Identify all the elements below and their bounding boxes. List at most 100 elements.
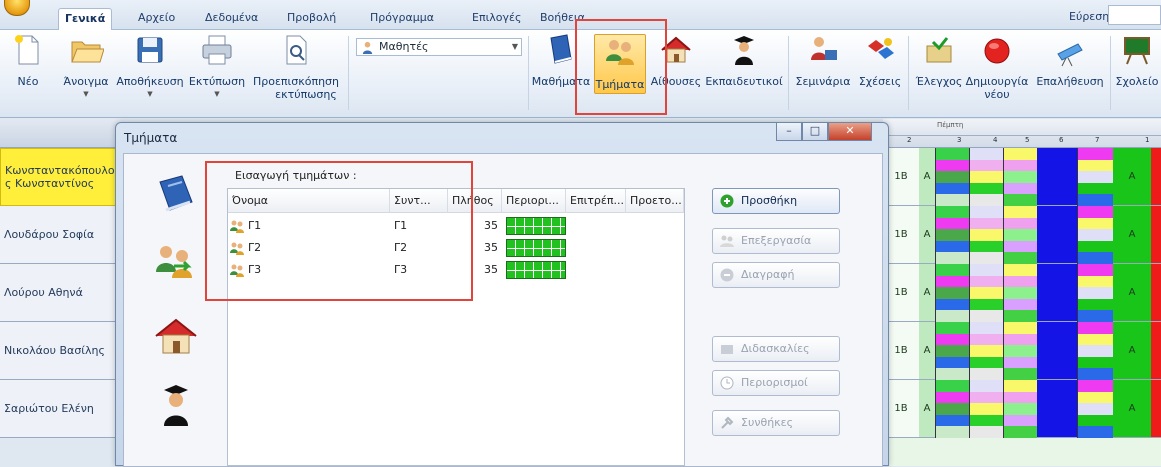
new-button[interactable]: Νέο [8, 32, 48, 88]
teacher-row[interactable]: Λουδάρου Σοφία [0, 206, 120, 264]
tab-view[interactable]: Προβολή [281, 8, 342, 30]
timetable-slot[interactable] [1077, 206, 1113, 218]
maximize-button[interactable]: □ [802, 123, 828, 141]
timetable-slot[interactable] [969, 182, 1003, 195]
timetable-slot[interactable] [969, 159, 1003, 172]
timetable-slot[interactable] [1003, 368, 1037, 380]
timetable-slot[interactable] [1003, 403, 1037, 415]
timetable-slot[interactable]: Α [919, 380, 935, 438]
column-header-allowed[interactable]: Επιτρέπ... [566, 189, 626, 213]
timetable-slot[interactable] [935, 159, 969, 172]
timetable-slot[interactable] [1003, 252, 1037, 264]
timetable-slot[interactable]: Α [1113, 148, 1151, 206]
timetable-slot[interactable] [935, 298, 969, 311]
timetable-slot[interactable] [1077, 229, 1113, 241]
timetable-slot[interactable] [935, 391, 969, 404]
timetable-slot[interactable] [1003, 194, 1037, 206]
app-menu-button[interactable] [4, 0, 30, 16]
timetable-slot[interactable] [1077, 333, 1113, 346]
teachers-button[interactable]: Εκπαιδευτικοί [704, 32, 784, 88]
graduate-icon[interactable] [154, 382, 198, 426]
timetable-slot[interactable] [1003, 414, 1037, 427]
timetable-slot[interactable] [935, 368, 969, 380]
timetable-slot[interactable] [1003, 333, 1037, 346]
timetable-slot[interactable] [935, 333, 969, 346]
teacher-row[interactable]: Κωνσταντακόπουλο ς Κωνσταντίνος [0, 148, 120, 206]
timetable-slot[interactable]: Α [1113, 322, 1151, 380]
timetable-slot[interactable] [1003, 345, 1037, 357]
timetable-slot[interactable] [1077, 322, 1113, 334]
timetable-slot[interactable] [935, 229, 969, 241]
timetable-slot[interactable] [935, 322, 969, 334]
relations-button[interactable]: Σχέσεις [856, 32, 904, 88]
timetable-slot[interactable] [1003, 240, 1037, 253]
seminars-button[interactable]: Σεμινάρια [792, 32, 854, 88]
timetable-slot[interactable] [1077, 194, 1113, 206]
timetable-slot[interactable] [1077, 182, 1113, 195]
timetable-slot[interactable] [1151, 206, 1161, 264]
timetable-slot[interactable] [1077, 171, 1113, 183]
save-button[interactable]: Αποθήκευση ▼ [114, 32, 186, 101]
timetable-slot[interactable] [1003, 159, 1037, 172]
print-button[interactable]: Εκτύπωση ▼ [188, 32, 246, 101]
tab-file[interactable]: Αρχείο [132, 8, 181, 30]
timetable-slot[interactable] [1077, 217, 1113, 230]
timetable-slot[interactable] [935, 148, 969, 160]
conditions-button[interactable]: Συνθήκες [712, 410, 840, 436]
timetable-slot[interactable] [1037, 380, 1077, 438]
minimize-button[interactable]: – [776, 123, 802, 141]
column-header-constraints[interactable]: Περιορι... [502, 189, 566, 213]
timetable-slot[interactable] [935, 171, 969, 183]
timetable-slot[interactable] [1077, 345, 1113, 357]
timetable-slot[interactable] [1077, 403, 1113, 415]
timetable-slot[interactable] [969, 356, 1003, 369]
book-icon[interactable] [154, 172, 198, 216]
timetable-slot[interactable] [969, 287, 1003, 299]
timetable-slot[interactable] [935, 252, 969, 264]
timetable-slot[interactable] [969, 240, 1003, 253]
timetable-slot[interactable] [1077, 287, 1113, 299]
timetable-slot[interactable] [1077, 264, 1113, 276]
timetable-slot[interactable] [1077, 298, 1113, 311]
timetable-slot[interactable] [969, 414, 1003, 427]
timetable-slot[interactable] [935, 310, 969, 322]
timetable-slot[interactable] [969, 171, 1003, 183]
timetable-slot[interactable]: Α [1113, 206, 1151, 264]
timetable-slot[interactable]: Α [919, 206, 935, 264]
timetable-slot[interactable] [1077, 275, 1113, 288]
timetable-slot[interactable] [1151, 380, 1161, 438]
timetable-slot[interactable] [1003, 217, 1037, 230]
constraints-button[interactable]: Περιορισμοί [712, 370, 840, 396]
timetable-slot[interactable] [1077, 426, 1113, 438]
timetable-slot[interactable] [1077, 310, 1113, 322]
timetable-slot[interactable] [935, 345, 969, 357]
timetable-slot[interactable] [1077, 414, 1113, 427]
print-preview-button[interactable]: Προεπισκόπηση εκτύπωσης [250, 32, 342, 101]
timetable-slot[interactable] [969, 275, 1003, 288]
search-input[interactable] [1108, 5, 1161, 25]
timetable-slot[interactable] [969, 391, 1003, 404]
timetable-slot[interactable] [969, 322, 1003, 334]
tab-data[interactable]: Δεδομένα [199, 8, 264, 30]
column-header-count[interactable]: Πλήθος [448, 189, 502, 213]
timetable-slot[interactable] [969, 403, 1003, 415]
edit-button[interactable]: Επεξεργασία [712, 228, 840, 254]
school-button[interactable]: Σχολείο [1114, 32, 1160, 88]
timetable-slot[interactable] [1151, 264, 1161, 322]
timetable-slot[interactable] [935, 240, 969, 253]
timetable-slot[interactable] [935, 426, 969, 438]
timetable-slot[interactable] [1003, 426, 1037, 438]
timetable-slot[interactable] [1003, 182, 1037, 195]
open-button[interactable]: Άνοιγμα ▼ [60, 32, 112, 101]
timetable-slot[interactable] [1003, 391, 1037, 404]
chevron-down-icon[interactable]: ▼ [114, 88, 186, 101]
timetable-slot[interactable] [969, 148, 1003, 160]
timetable-slot[interactable] [935, 287, 969, 299]
house-icon[interactable] [154, 314, 198, 358]
teacher-row[interactable]: Σαριώτου Ελένη [0, 380, 120, 438]
table-row[interactable]: Γ2 Γ2 35 [228, 237, 684, 259]
courses-button[interactable]: Μαθήματα [530, 32, 592, 88]
chevron-down-icon[interactable]: ▼ [60, 88, 112, 101]
timetable-slot[interactable] [969, 426, 1003, 438]
table-row[interactable]: Γ1 Γ1 35 [228, 215, 684, 237]
